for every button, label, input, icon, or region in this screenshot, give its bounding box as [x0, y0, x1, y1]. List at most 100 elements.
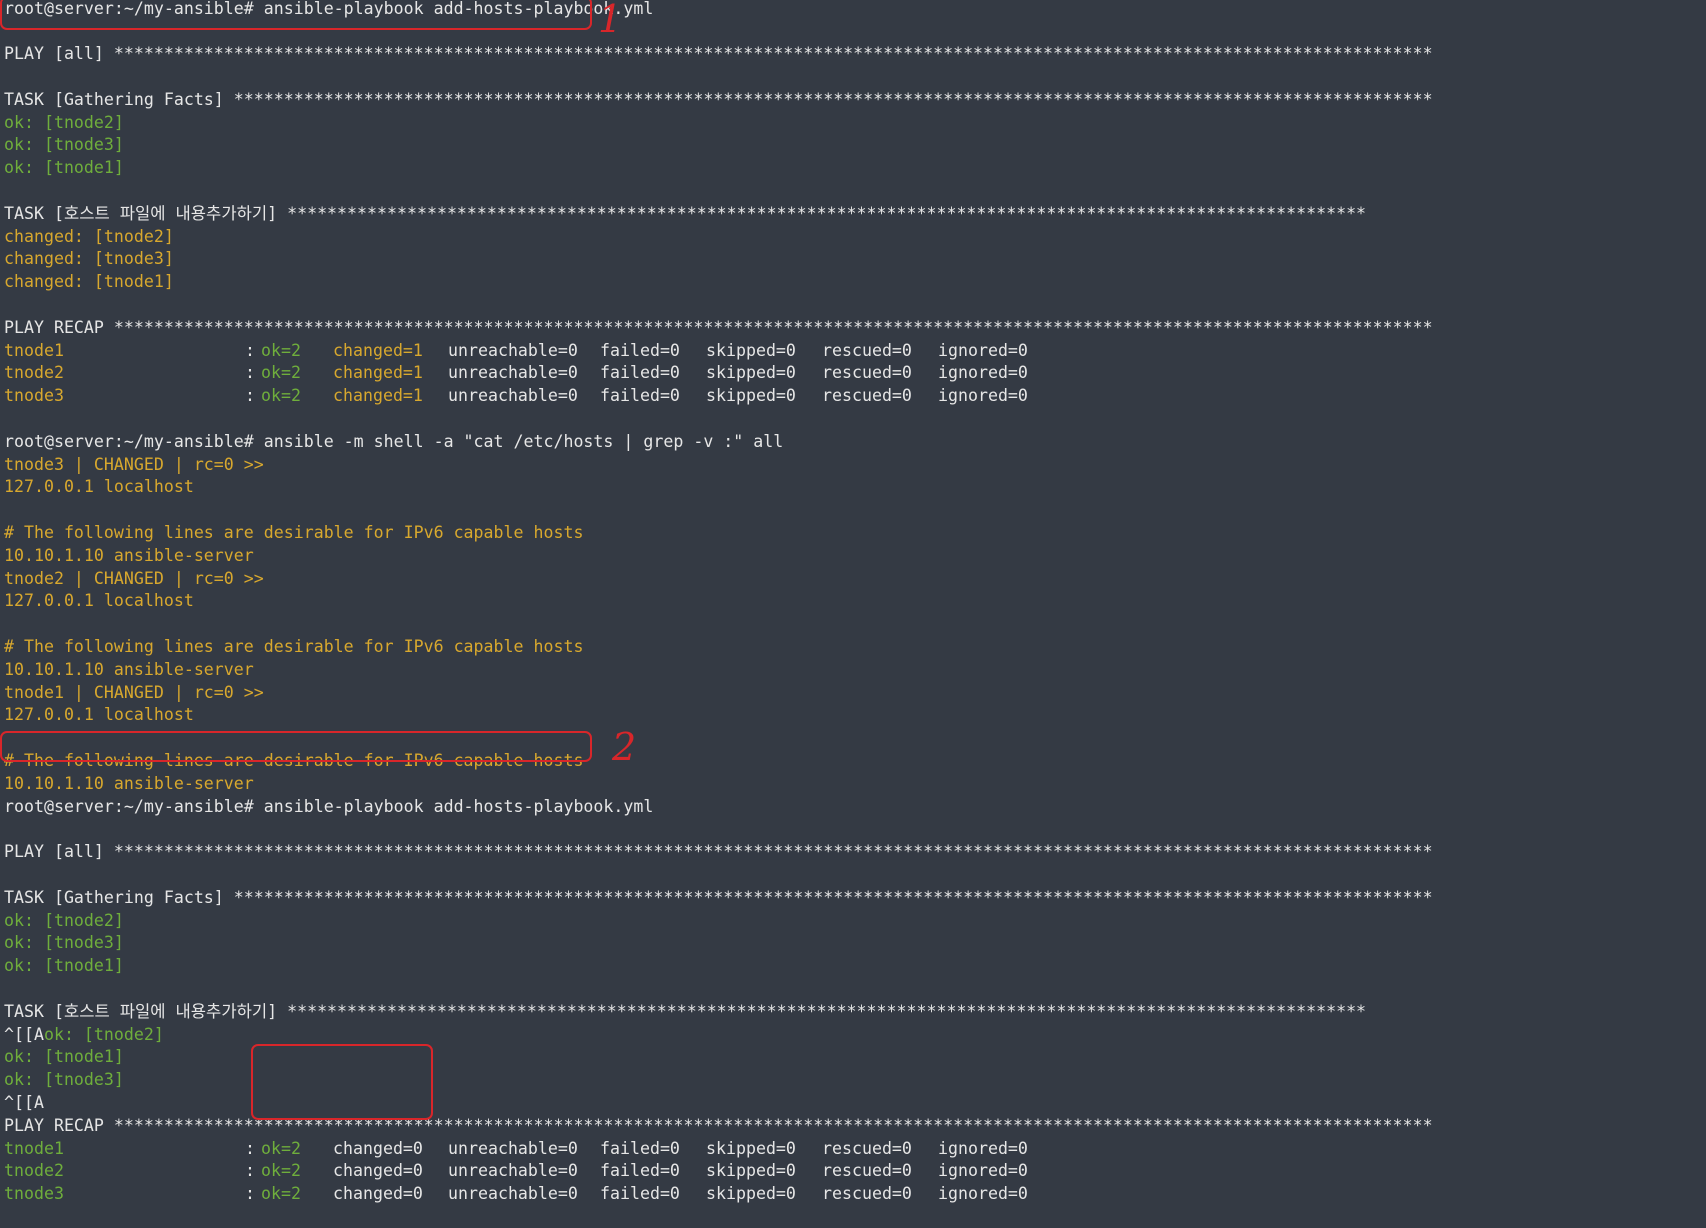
annotation-number-2: 2 — [612, 725, 637, 769]
recap-changed: changed=1 — [333, 386, 423, 406]
recap-changed: changed=0 — [333, 1138, 423, 1158]
recap-failed: failed=0 — [600, 386, 680, 406]
terminal-line: PLAY [all] *****************************… — [4, 44, 1433, 64]
recap-row: tnode2: ok=2 changed=1 unreachable=0 failed=… — [4, 362, 1204, 385]
recap-rescued: rescued=0 — [822, 1138, 912, 1158]
recap-rescued: rescued=0 — [822, 363, 912, 383]
terminal-line: tnode1 | CHANGED | rc=0 >> — [4, 682, 264, 702]
recap-ignored: ignored=0 — [938, 386, 1028, 406]
recap-row: tnode1: ok=2 changed=0 unreachable=0 failed=… — [4, 1138, 1204, 1161]
terminal-line: root@server:~/my-ansible# ansible-playbo… — [4, 0, 654, 18]
recap-failed: failed=0 — [600, 1184, 680, 1204]
recap-skipped: skipped=0 — [706, 1161, 796, 1181]
recap-failed: failed=0 — [600, 1161, 680, 1181]
recap-failed: failed=0 — [600, 363, 680, 383]
terminal-line: ok: [tnode3] — [4, 135, 124, 155]
recap-skipped: skipped=0 — [706, 1138, 796, 1158]
recap-ok: ok=2 — [261, 340, 301, 360]
recap-unreachable: unreachable=0 — [448, 340, 578, 360]
terminal-line: PLAY [all] *****************************… — [4, 842, 1433, 862]
recap-unreachable: unreachable=0 — [448, 1184, 578, 1204]
recap-colon: : — [245, 386, 255, 406]
recap-host: tnode2 — [4, 363, 64, 383]
terminal-line: root@server:~/my-ansible# ansible-playbo… — [4, 796, 654, 816]
recap-row: tnode3: ok=2 changed=0 unreachable=0 failed=… — [4, 1183, 1204, 1206]
recap-rescued: rescued=0 — [822, 1161, 912, 1181]
recap-ignored: ignored=0 — [938, 340, 1028, 360]
terminal-line: ^[[Aok: [tnode2] — [4, 1024, 164, 1047]
line-segment: ^[[A — [4, 1024, 44, 1044]
recap-ignored: ignored=0 — [938, 1161, 1028, 1181]
recap-failed: failed=0 — [600, 1138, 680, 1158]
terminal-line: TASK [Gathering Facts] *****************… — [4, 89, 1433, 109]
terminal-line: # The following lines are desirable for … — [4, 522, 584, 542]
terminal-line: 10.10.1.10 ansible-server — [4, 545, 254, 565]
terminal-line: 127.0.0.1 localhost — [4, 591, 194, 611]
terminal-line: ok: [tnode2] — [4, 910, 124, 930]
line-segment: ok: [tnode2] — [43, 1024, 164, 1044]
recap-skipped: skipped=0 — [706, 1184, 796, 1204]
terminal-line: ok: [tnode1] — [4, 158, 124, 178]
recap-ok: ok=2 — [261, 1184, 301, 1204]
recap-ignored: ignored=0 — [938, 1184, 1028, 1204]
recap-unreachable: unreachable=0 — [448, 363, 578, 383]
recap-row: tnode2: ok=2 changed=0 unreachable=0 failed=… — [4, 1160, 1204, 1183]
recap-changed: changed=0 — [333, 1161, 423, 1181]
recap-host: tnode3 — [4, 386, 64, 406]
terminal-line: 10.10.1.10 ansible-server — [4, 773, 254, 793]
terminal-line: PLAY RECAP *****************************… — [4, 317, 1433, 337]
recap-ok: ok=2 — [261, 1161, 301, 1181]
terminal-line: changed: [tnode2] — [4, 226, 174, 246]
terminal-line: ^[[A — [4, 1092, 44, 1112]
recap-ignored: ignored=0 — [938, 1138, 1028, 1158]
recap-changed: changed=1 — [333, 363, 423, 383]
terminal-line: 127.0.0.1 localhost — [4, 477, 194, 497]
recap-row: tnode3: ok=2 changed=1 unreachable=0 failed=… — [4, 385, 1204, 408]
terminal-line: ok: [tnode3] — [4, 933, 124, 953]
terminal-line: tnode3 | CHANGED | rc=0 >> — [4, 454, 264, 474]
terminal-line: root@server:~/my-ansible# ansible -m she… — [4, 431, 784, 451]
recap-changed: changed=0 — [333, 1184, 423, 1204]
terminal-line: # The following lines are desirable for … — [4, 750, 584, 770]
recap-rescued: rescued=0 — [822, 1184, 912, 1204]
recap-ignored: ignored=0 — [938, 363, 1028, 383]
terminal-line: ok: [tnode2] — [4, 112, 124, 132]
recap-host: tnode1 — [4, 1138, 64, 1158]
recap-rescued: rescued=0 — [822, 386, 912, 406]
terminal-window[interactable]: root@server:~/my-ansible# ansible-playbo… — [0, 0, 1706, 1228]
recap-row: tnode1: ok=2 changed=1 unreachable=0 failed=… — [4, 340, 1204, 363]
recap-rescued: rescued=0 — [822, 340, 912, 360]
recap-skipped: skipped=0 — [706, 386, 796, 406]
terminal-line: ok: [tnode1] — [4, 1047, 124, 1067]
terminal-line: TASK [호스트 파일에 내용추가하기] ******************… — [4, 203, 1367, 223]
recap-ok: ok=2 — [261, 386, 301, 406]
terminal-line: 10.10.1.10 ansible-server — [4, 659, 254, 679]
terminal-line: ok: [tnode3] — [4, 1070, 124, 1090]
terminal-line: TASK [호스트 파일에 내용추가하기] ******************… — [4, 1001, 1367, 1021]
terminal-line: ok: [tnode1] — [4, 956, 124, 976]
recap-colon: : — [245, 1184, 255, 1204]
terminal-line: changed: [tnode1] — [4, 272, 174, 292]
recap-colon: : — [245, 1138, 255, 1158]
recap-unreachable: unreachable=0 — [448, 1161, 578, 1181]
recap-ok: ok=2 — [261, 363, 301, 383]
annotation-box-3 — [251, 1044, 433, 1120]
recap-skipped: skipped=0 — [706, 340, 796, 360]
annotation-number-1: 1 — [598, 0, 623, 41]
recap-colon: : — [245, 363, 255, 383]
recap-skipped: skipped=0 — [706, 363, 796, 383]
terminal-line: PLAY RECAP *****************************… — [4, 1115, 1433, 1135]
recap-unreachable: unreachable=0 — [448, 1138, 578, 1158]
terminal-line: changed: [tnode3] — [4, 249, 174, 269]
recap-failed: failed=0 — [600, 340, 680, 360]
recap-host: tnode3 — [4, 1184, 64, 1204]
terminal-line: TASK [Gathering Facts] *****************… — [4, 887, 1433, 907]
recap-ok: ok=2 — [261, 1138, 301, 1158]
recap-host: tnode2 — [4, 1161, 64, 1181]
recap-colon: : — [245, 340, 255, 360]
terminal-line: tnode2 | CHANGED | rc=0 >> — [4, 568, 264, 588]
recap-unreachable: unreachable=0 — [448, 386, 578, 406]
terminal-line: # The following lines are desirable for … — [4, 636, 584, 656]
terminal-line: 127.0.0.1 localhost — [4, 705, 194, 725]
recap-host: tnode1 — [4, 340, 64, 360]
